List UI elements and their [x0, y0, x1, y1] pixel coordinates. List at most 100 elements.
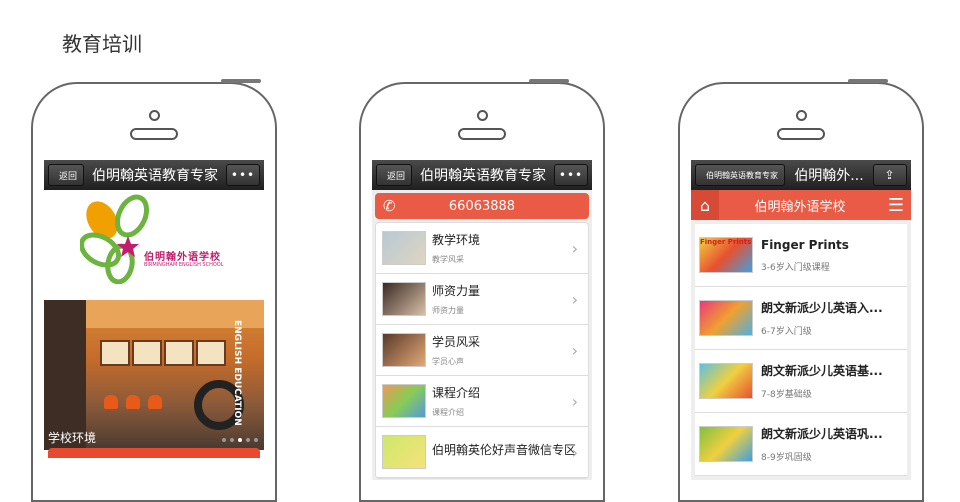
- menu-button[interactable]: ☰: [881, 195, 911, 216]
- speaker: [458, 128, 506, 140]
- list-item-title: 教学环境: [432, 233, 481, 247]
- nav-bar: 返回 伯明翰英语教育专家 •••: [372, 160, 592, 190]
- list-item[interactable]: 师资力量 师资力量 ›: [376, 274, 588, 325]
- speaker: [130, 128, 178, 140]
- home-icon: ⌂: [699, 195, 711, 215]
- course-title: 朗文新派少儿英语基...: [761, 364, 883, 378]
- back-button[interactable]: 伯明翰英语教育专家: [695, 164, 785, 186]
- course-list: Finger Prints Finger Prints 3-6岁入门级课程 朗文新…: [691, 220, 911, 480]
- photo-chair: [104, 395, 118, 409]
- thumbnail: [382, 282, 426, 316]
- list-item-subtitle: 学员心声: [432, 357, 464, 366]
- camera: [796, 110, 807, 121]
- course-thumbnail: [699, 300, 753, 336]
- course-card[interactable]: 朗文新派少儿英语入... 6-7岁入门级: [695, 287, 907, 350]
- photo-chair: [148, 395, 162, 409]
- list-item[interactable]: 伯明翰英伦好声音微信专区 ›: [376, 427, 588, 478]
- carousel-dot[interactable]: [246, 438, 250, 442]
- more-button[interactable]: •••: [554, 164, 588, 186]
- home-button[interactable]: ⌂: [691, 190, 719, 220]
- power-button: [529, 79, 569, 83]
- carousel-caption: 学校环境: [48, 431, 97, 445]
- list-item-title: 师资力量: [432, 284, 481, 298]
- share-button[interactable]: ⇪: [873, 164, 907, 186]
- chevron-right-icon: ›: [571, 443, 578, 462]
- course-card[interactable]: 朗文新派少儿英语基... 7-8岁基础级: [695, 350, 907, 413]
- phone-mockup-1: 返回 伯明翰英语教育专家 ••• 伯明翰外语学校 BIRMINGHAM ENGL…: [31, 79, 277, 502]
- more-button[interactable]: •••: [226, 164, 260, 186]
- school-name-en: BIRMINGHAM ENGLISH SCHOOL: [144, 262, 224, 268]
- course-card[interactable]: 朗文新派少儿英语巩... 8-9岁巩固级: [695, 413, 907, 476]
- course-subtitle: 3-6岁入门级课程: [761, 262, 830, 273]
- list-item-subtitle: 教学风采: [432, 255, 464, 264]
- course-thumbnail: [699, 363, 753, 399]
- course-title: 朗文新派少儿英语入...: [761, 301, 883, 315]
- phone-screen: 返回 伯明翰英语教育专家 ••• 伯明翰外语学校 BIRMINGHAM ENGL…: [44, 160, 264, 480]
- carousel-dot[interactable]: [222, 438, 226, 442]
- course-title: 朗文新派少儿英语巩...: [761, 427, 883, 441]
- power-button: [848, 79, 888, 83]
- thumbnail: [382, 333, 426, 367]
- list-item-subtitle: 课程介绍: [432, 408, 464, 417]
- carousel-dot[interactable]: [254, 438, 258, 442]
- back-button[interactable]: 返回: [376, 164, 413, 186]
- camera: [477, 110, 488, 121]
- chevron-right-icon: ›: [571, 341, 578, 360]
- chevron-right-icon: ›: [571, 239, 578, 258]
- list-item[interactable]: 课程介绍 课程介绍 ›: [376, 376, 588, 427]
- school-name-cn: 伯明翰外语学校: [144, 252, 221, 263]
- school-logo: 伯明翰外语学校 BIRMINGHAM ENGLISH SCHOOL: [44, 190, 264, 300]
- call-bar[interactable]: ✆ 66063888: [375, 193, 589, 219]
- menu-list: 教学环境 教学风采 › 师资力量 师资力量 › 学员风采 学员心声 › 课程介绍 课程介…: [375, 222, 589, 479]
- hamburger-icon: ☰: [887, 194, 905, 216]
- chevron-right-icon: ›: [571, 392, 578, 411]
- carousel-dot-active[interactable]: [238, 438, 242, 442]
- carousel-dots[interactable]: [222, 438, 258, 442]
- carousel-dot[interactable]: [230, 438, 234, 442]
- wall-text: ENGLISH EDUCATION: [232, 320, 242, 426]
- site-header: ⌂ 伯明翰外语学校 ☰: [691, 190, 911, 220]
- photo-window: [164, 340, 194, 366]
- speaker: [777, 128, 825, 140]
- list-item-title: 伯明翰英伦好声音微信专区: [432, 442, 577, 457]
- photo-chair: [126, 395, 140, 409]
- phone-number: 66063888: [448, 198, 516, 214]
- back-button[interactable]: 返回: [48, 164, 85, 186]
- course-thumbnail: Finger Prints: [699, 237, 753, 273]
- phone-screen: 伯明翰英语教育专家 伯明翰外... ⇪ ⌂ 伯明翰外语学校 ☰ Finger P…: [691, 160, 911, 480]
- photo-window: [132, 340, 162, 366]
- phone-mockup-2: 返回 伯明翰英语教育专家 ••• ✆ 66063888 教学环境教学风采 › 师…: [359, 79, 605, 502]
- course-subtitle: 8-9岁巩固级: [761, 453, 812, 463]
- list-item-title: 课程介绍: [432, 386, 481, 400]
- flower-logo-icon: [80, 194, 150, 284]
- course-subtitle: 6-7岁入门级: [761, 327, 812, 337]
- phone-mockup-3: 伯明翰英语教育专家 伯明翰外... ⇪ ⌂ 伯明翰外语学校 ☰ Finger P…: [678, 79, 924, 502]
- photo-window: [100, 340, 130, 366]
- nav-bar: 伯明翰英语教育专家 伯明翰外... ⇪: [691, 160, 911, 190]
- list-item-subtitle: 师资力量: [432, 306, 464, 315]
- camera: [149, 110, 160, 121]
- thumbnail: [382, 435, 426, 469]
- photo-window: [196, 340, 226, 366]
- list-item[interactable]: 学员风采学员心声 ›: [376, 325, 588, 376]
- course-thumbnail: [699, 426, 753, 462]
- nav-title: 伯明翰外...: [794, 168, 864, 184]
- thumbnail: [382, 231, 426, 265]
- carousel-photo[interactable]: ENGLISH EDUCATION 学校环境: [44, 300, 264, 450]
- nav-title: 伯明翰英语教育专家: [420, 168, 546, 184]
- course-card[interactable]: Finger Prints Finger Prints 3-6岁入门级课程: [695, 224, 907, 287]
- phone-screen: 返回 伯明翰英语教育专家 ••• ✆ 66063888 教学环境教学风采 › 师…: [372, 160, 592, 480]
- chevron-right-icon: ›: [571, 290, 578, 309]
- nav-bar: 返回 伯明翰英语教育专家 •••: [44, 160, 264, 190]
- course-subtitle: 7-8岁基础级: [761, 390, 812, 400]
- phone-icon: ✆: [383, 197, 396, 215]
- site-title: 伯明翰外语学校: [754, 199, 846, 215]
- photo-wall: [44, 300, 86, 450]
- share-icon: ⇪: [884, 168, 896, 182]
- nav-title: 伯明翰英语教育专家: [92, 168, 218, 184]
- list-item-title: 学员风采: [432, 335, 481, 349]
- power-button: [221, 79, 261, 83]
- list-item[interactable]: 教学环境教学风采 ›: [376, 223, 588, 274]
- thumbnail: [382, 384, 426, 418]
- page-title: 教育培训: [62, 32, 142, 56]
